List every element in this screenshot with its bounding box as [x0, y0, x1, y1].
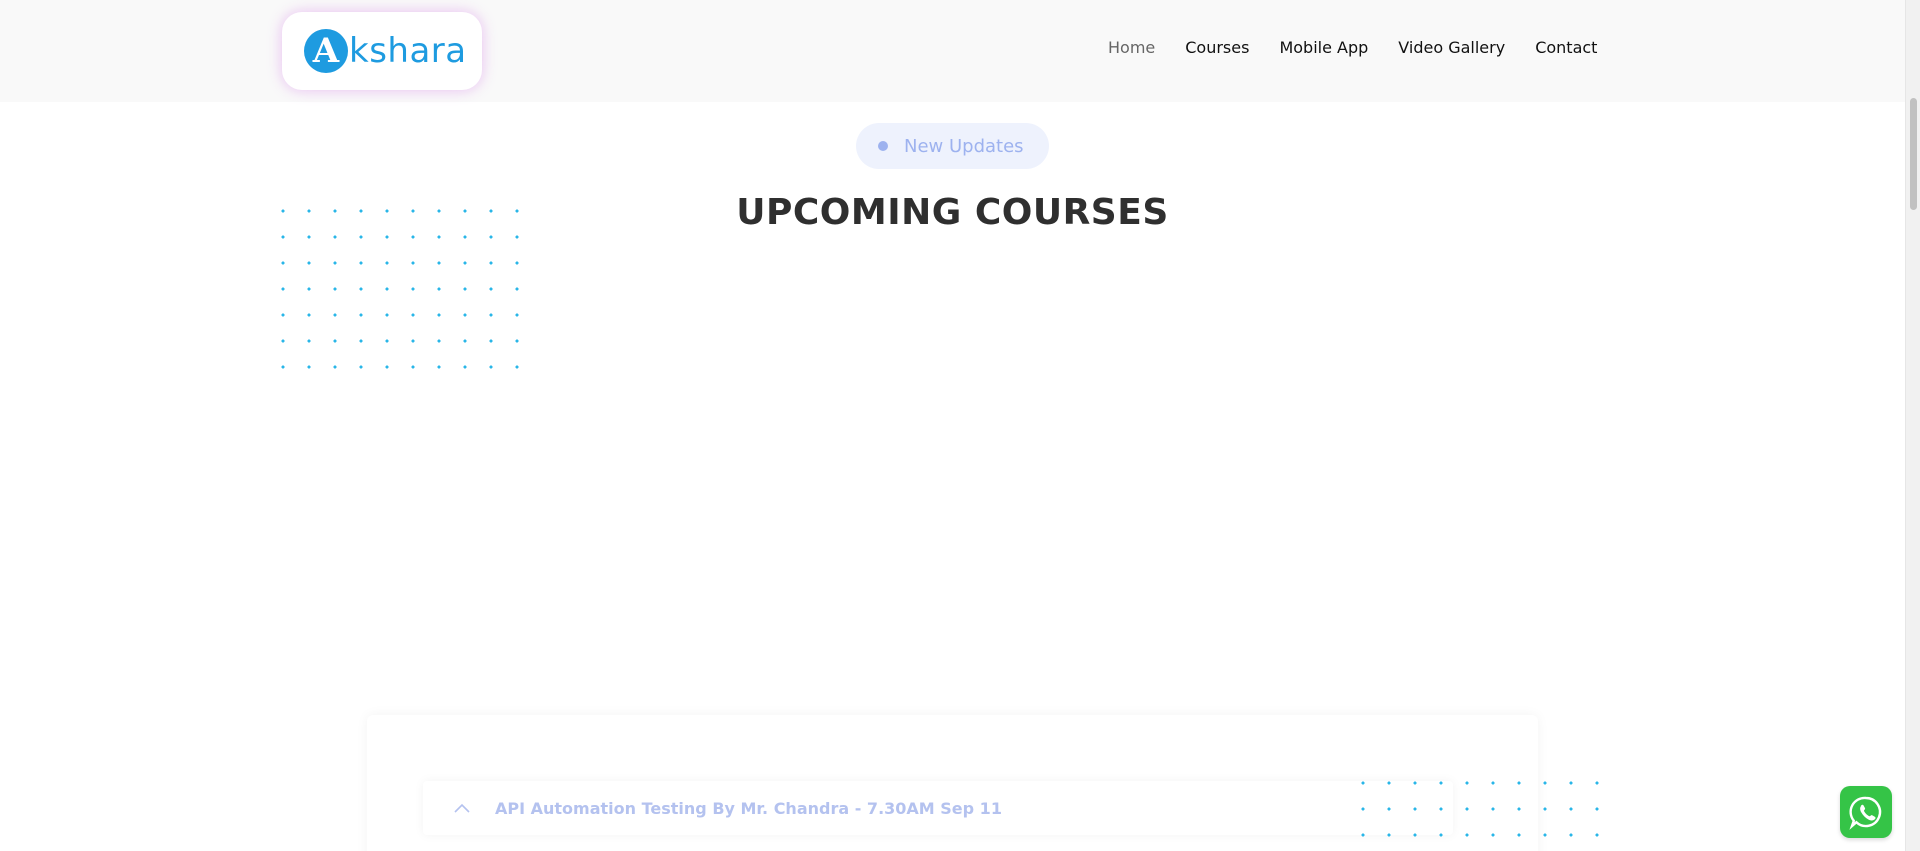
badge-dot-icon: [878, 141, 888, 151]
nav-mobile-app[interactable]: Mobile App: [1279, 38, 1368, 57]
page-scrollbar[interactable]: [1905, 0, 1920, 851]
nav-home[interactable]: Home: [1108, 38, 1155, 57]
main-nav: Home Courses Mobile App Video Gallery Co…: [1108, 38, 1597, 57]
whatsapp-icon: [1849, 796, 1882, 830]
scrollbar-thumb[interactable]: [1910, 98, 1917, 210]
whatsapp-button[interactable]: [1840, 786, 1892, 838]
section-title: UPCOMING COURSES: [736, 192, 1169, 233]
logo[interactable]: A kshara: [282, 12, 482, 90]
accordion-item-title: API Automation Testing By Mr. Chandra - …: [495, 798, 1002, 818]
logo-text: kshara: [349, 31, 467, 71]
accordion-item[interactable]: API Automation Testing By Mr. Chandra - …: [423, 781, 1453, 835]
site-header: A kshara Home Courses Mobile App Video G…: [0, 0, 1905, 102]
new-updates-badge: New Updates: [856, 123, 1049, 169]
badge-label: New Updates: [904, 135, 1024, 157]
logo-mark: A: [304, 29, 348, 73]
nav-courses[interactable]: Courses: [1185, 38, 1249, 57]
nav-video-gallery[interactable]: Video Gallery: [1398, 38, 1505, 57]
chevron-up-icon[interactable]: [453, 799, 471, 818]
nav-contact[interactable]: Contact: [1535, 38, 1597, 57]
decorative-dot-grid-right: [1350, 770, 1620, 851]
